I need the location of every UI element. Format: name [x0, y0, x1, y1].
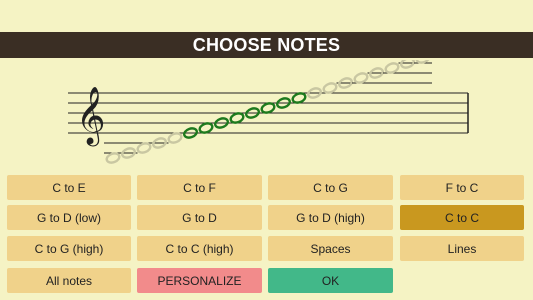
option-c-to-e[interactable]: C to E	[7, 175, 131, 200]
note-d-active[interactable]	[198, 122, 214, 135]
option-label: G to D (low)	[36, 210, 101, 225]
option-label: C to G	[313, 180, 348, 195]
treble-clef-icon: 𝄞	[76, 86, 106, 147]
option-label: C to C	[444, 210, 479, 225]
option-g-to-d-low[interactable]: G to D (low)	[7, 205, 131, 230]
option-label: All notes	[45, 273, 93, 288]
note-e-inactive[interactable]	[136, 142, 152, 155]
option-c-to-c-high[interactable]: C to C (high)	[137, 236, 262, 261]
option-g-to-d-high[interactable]: G to D (high)	[268, 205, 393, 230]
personalize-button[interactable]: PERSONALIZE	[137, 268, 262, 293]
option-g-to-d[interactable]: G to D	[137, 205, 262, 230]
option-c-to-g[interactable]: C to G	[268, 175, 393, 200]
staff-svg: 𝄞	[68, 60, 469, 164]
option-lines[interactable]: Lines	[400, 236, 524, 261]
option-label: Spaces	[310, 241, 351, 256]
option-label: F to C	[445, 180, 479, 195]
option-label: C to G (high)	[34, 241, 104, 256]
notes-layer	[104, 60, 432, 164]
option-f-to-c[interactable]: F to C	[400, 175, 524, 200]
option-label: G to D	[182, 210, 217, 225]
personalize-label: PERSONALIZE	[157, 273, 242, 288]
note-c-inactive[interactable]	[105, 152, 121, 165]
option-c-to-f[interactable]: C to F	[137, 175, 262, 200]
option-label: C to C (high)	[165, 241, 234, 256]
option-label: Lines	[447, 241, 477, 256]
ok-button[interactable]: OK	[268, 268, 393, 293]
note-g-inactive[interactable]	[353, 72, 369, 85]
option-label: C to F	[183, 180, 216, 195]
note-c-inactive[interactable]	[400, 60, 415, 69]
music-staff: 𝄞	[0, 60, 533, 170]
option-c-to-c[interactable]: C to C	[400, 205, 524, 230]
option-label: G to D (high)	[296, 210, 365, 225]
header-bar: CHOOSE NOTES	[0, 32, 533, 58]
note-c-active[interactable]	[291, 92, 307, 105]
note-b-inactive[interactable]	[384, 62, 400, 75]
note-e-inactive[interactable]	[322, 82, 338, 95]
page-title: CHOOSE NOTES	[192, 34, 341, 55]
ok-label: OK	[321, 273, 340, 288]
note-a-active[interactable]	[260, 102, 276, 115]
option-label: C to E	[52, 180, 86, 195]
note-f-active[interactable]	[229, 112, 245, 125]
option-all-notes[interactable]: All notes	[7, 268, 131, 293]
option-c-to-g-high[interactable]: C to G (high)	[7, 236, 131, 261]
note-d-inactive[interactable]	[415, 60, 431, 64]
note-g-inactive[interactable]	[167, 132, 183, 145]
option-spaces[interactable]: Spaces	[268, 236, 393, 261]
